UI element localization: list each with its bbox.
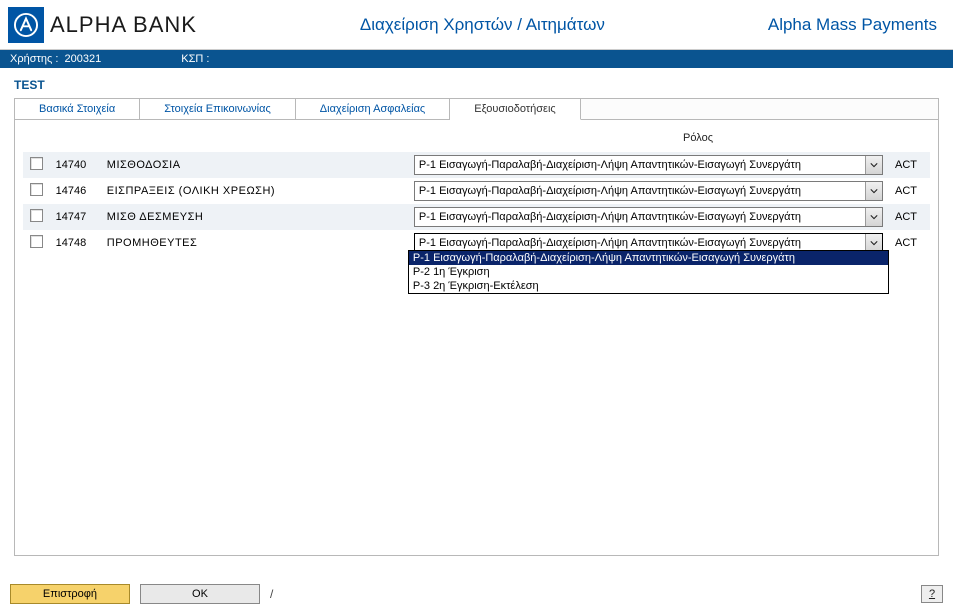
- footer-separator: /: [270, 587, 273, 601]
- role-select-value: P-1 Εισαγωγή-Παραλαβή-Διαχείριση-Λήψη Απ…: [415, 237, 865, 249]
- tab-0[interactable]: Βασικά Στοιχεία: [15, 99, 140, 120]
- chevron-down-icon[interactable]: [865, 208, 882, 226]
- row-description: ΕΙΣΠΡΑΞΕΙΣ (ΟΛΙΚΗ ΧΡΕΩΣΗ): [101, 178, 408, 204]
- row-checkbox[interactable]: [30, 183, 43, 196]
- role-option[interactable]: P-1 Εισαγωγή-Παραλαβή-Διαχείριση-Λήψη Απ…: [409, 251, 888, 265]
- row-checkbox[interactable]: [30, 209, 43, 222]
- alpha-logo-icon: [13, 12, 39, 38]
- row-status: ACT: [889, 178, 930, 204]
- row-code: 14746: [50, 178, 101, 204]
- role-dropdown-panel[interactable]: P-1 Εισαγωγή-Παραλαβή-Διαχείριση-Λήψη Απ…: [408, 250, 889, 294]
- tabs-filler: [581, 99, 938, 120]
- chevron-down-icon[interactable]: [865, 156, 882, 174]
- role-select[interactable]: P-1 Εισαγωγή-Παραλαβή-Διαχείριση-Λήψη Απ…: [414, 181, 883, 201]
- role-select[interactable]: P-1 Εισαγωγή-Παραλαβή-Διαχείριση-Λήψη Απ…: [414, 155, 883, 175]
- row-code: 14748: [50, 230, 101, 256]
- info-bar: Χρήστης : 200321 ΚΣΠ :: [0, 50, 953, 68]
- page-title: TEST: [0, 68, 953, 98]
- help-button[interactable]: ?: [921, 585, 943, 603]
- row-description: ΜΙΣΘ ΔΕΣΜΕΥΣΗ: [101, 204, 408, 230]
- role-option[interactable]: P-3 2η Έγκριση-Εκτέλεση: [409, 279, 888, 293]
- row-status: ACT: [889, 230, 930, 256]
- role-column-header: Ρόλος: [683, 132, 713, 144]
- role-header-row: Ρόλος: [23, 128, 930, 148]
- role-select-value: P-1 Εισαγωγή-Παραλαβή-Διαχείριση-Λήψη Απ…: [415, 159, 865, 171]
- back-button[interactable]: Επιστροφή: [10, 584, 130, 604]
- ksp-info: ΚΣΠ :: [181, 53, 212, 65]
- header-title: Διαχείριση Χρηστών / Αιτημάτων: [197, 15, 768, 35]
- row-description: ΜΙΣΘΟΔΟΣΙΑ: [101, 152, 408, 178]
- user-info: Χρήστης : 200321: [10, 53, 101, 65]
- tabs-header: Βασικά ΣτοιχείαΣτοιχεία ΕπικοινωνίαςΔιαχ…: [15, 98, 938, 120]
- row-description: ΠΡΟΜΗΘΕΥΤΕΣ: [101, 230, 408, 256]
- table-row: 14748ΠΡΟΜΗΘΕΥΤΕΣ P-1 Εισαγωγή-Παραλαβή-Δι…: [23, 230, 930, 256]
- authorizations-grid: 14740ΜΙΣΘΟΔΟΣΙΑ P-1 Εισαγωγή-Παραλαβή-Δια…: [23, 152, 930, 256]
- ok-button[interactable]: OK: [140, 584, 260, 604]
- row-checkbox[interactable]: [30, 157, 43, 170]
- role-select-value: P-1 Εισαγωγή-Παραλαβή-Διαχείριση-Λήψη Απ…: [415, 211, 865, 223]
- row-status: ACT: [889, 152, 930, 178]
- chevron-down-icon[interactable]: [865, 182, 882, 200]
- row-checkbox[interactable]: [30, 235, 43, 248]
- table-row: 14746ΕΙΣΠΡΑΞΕΙΣ (ΟΛΙΚΗ ΧΡΕΩΣΗ) P-1 Εισαγω…: [23, 178, 930, 204]
- role-option[interactable]: P-2 1η Έγκριση: [409, 265, 888, 279]
- table-row: 14747ΜΙΣΘ ΔΕΣΜΕΥΣΗ P-1 Εισαγωγή-Παραλαβή-…: [23, 204, 930, 230]
- row-code: 14740: [50, 152, 101, 178]
- app-header: ALPHA BANK Διαχείριση Χρηστών / Αιτημάτω…: [0, 0, 953, 50]
- tabs-container: Βασικά ΣτοιχείαΣτοιχεία ΕπικοινωνίαςΔιαχ…: [14, 98, 939, 556]
- role-select[interactable]: P-1 Εισαγωγή-Παραλαβή-Διαχείριση-Λήψη Απ…: [414, 207, 883, 227]
- footer: Επιστροφή OK / ?: [10, 584, 943, 604]
- tab-2[interactable]: Διαχείριση Ασφαλείας: [296, 99, 450, 120]
- tab-3[interactable]: Εξουσιοδοτήσεις: [450, 99, 580, 120]
- row-status: ACT: [889, 204, 930, 230]
- header-product: Alpha Mass Payments: [768, 15, 945, 35]
- tab-1[interactable]: Στοιχεία Επικοινωνίας: [140, 99, 296, 120]
- tab-body: Ρόλος 14740ΜΙΣΘΟΔΟΣΙΑ P-1 Εισαγωγή-Παραλα…: [15, 120, 938, 264]
- role-select-value: P-1 Εισαγωγή-Παραλαβή-Διαχείριση-Λήψη Απ…: [415, 185, 865, 197]
- table-row: 14740ΜΙΣΘΟΔΟΣΙΑ P-1 Εισαγωγή-Παραλαβή-Δια…: [23, 152, 930, 178]
- bank-name: ALPHA BANK: [50, 12, 197, 38]
- bank-logo: [8, 7, 44, 43]
- row-code: 14747: [50, 204, 101, 230]
